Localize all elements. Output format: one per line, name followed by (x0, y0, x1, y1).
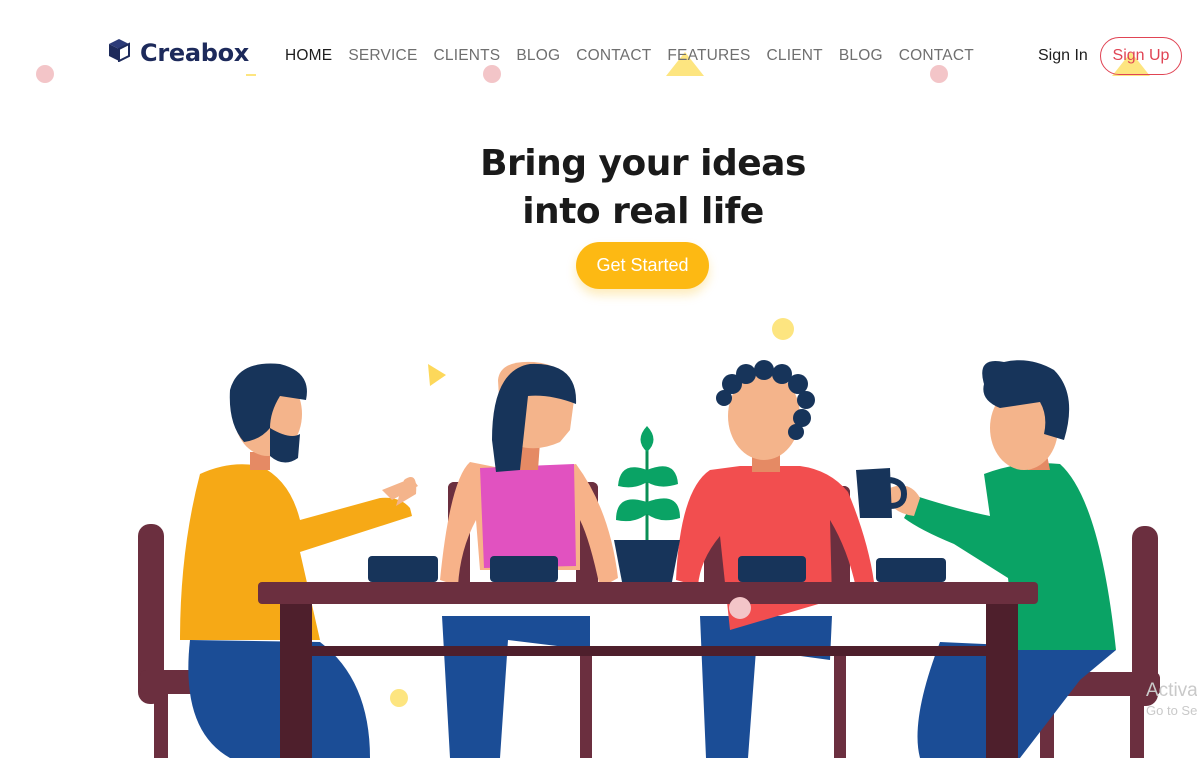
nav-item-client[interactable]: CLIENT (767, 47, 823, 65)
hero-title-line1: Bring your ideas (480, 143, 806, 184)
nav-item-clients[interactable]: CLIENTS (433, 47, 500, 65)
brand-logo[interactable]: Creabox (108, 38, 249, 67)
brand-name: Creabox (140, 38, 249, 67)
cube-icon (108, 38, 130, 67)
nav-item-home[interactable]: HOME (285, 47, 332, 65)
get-started-button[interactable]: Get Started (576, 242, 709, 289)
decorative-pink-dot (930, 65, 948, 83)
hero-title-line2: into real life (522, 191, 764, 232)
watermark-title: Activa (1146, 680, 1197, 701)
nav-item-features[interactable]: FEATURES (667, 47, 750, 65)
main-nav: HOME SERVICE CLIENTS BLOG CONTACT FEATUR… (285, 47, 974, 65)
team-meeting-illustration (138, 360, 1160, 758)
hero-title: Bring your ideas into real life (443, 140, 843, 236)
nav-item-contact[interactable]: CONTACT (576, 47, 651, 65)
plant-pot (614, 426, 680, 582)
decorative-yellow-line (246, 74, 256, 76)
nav-item-blog-2[interactable]: BLOG (839, 47, 883, 65)
watermark-subtitle: Go to Se (1146, 703, 1197, 718)
activation-watermark: Activa Go to Se (1146, 680, 1197, 718)
nav-item-blog[interactable]: BLOG (516, 47, 560, 65)
sign-up-button[interactable]: Sign Up (1100, 37, 1182, 75)
decorative-pink-dot (483, 65, 501, 83)
nav-item-service[interactable]: SERVICE (348, 47, 417, 65)
sign-in-link[interactable]: Sign In (1038, 47, 1088, 65)
decorative-pink-dot (36, 65, 54, 83)
nav-item-contact-2[interactable]: CONTACT (899, 47, 974, 65)
